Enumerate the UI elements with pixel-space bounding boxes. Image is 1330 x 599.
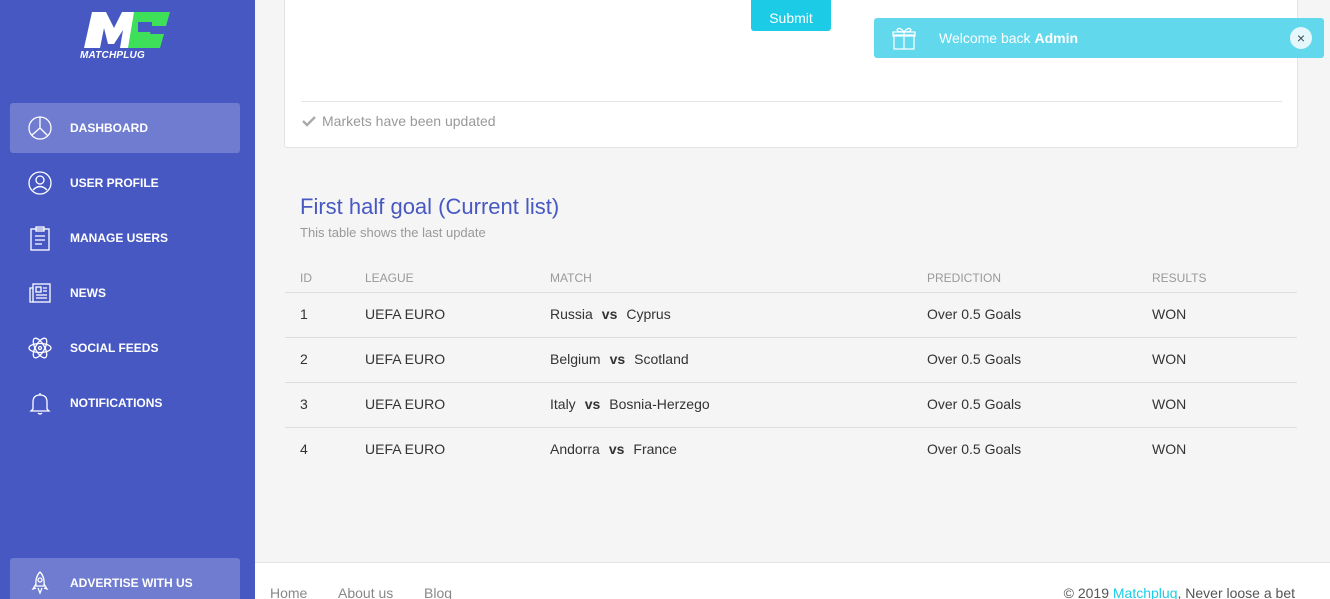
cell-id: 2 <box>300 351 308 367</box>
user-icon <box>25 168 55 198</box>
cell-result: WON <box>1152 351 1187 367</box>
cell-id: 1 <box>300 306 308 322</box>
sidebar-item-manage-users[interactable]: MANAGE USERS <box>10 213 240 263</box>
table-row: 2 UEFA EURO Belgium vs Scotland Over 0.5 G… <box>285 337 1297 382</box>
table-row: 3 UEFA EURO Italy vs Bosnia-Herzego Over 0… <box>285 382 1297 427</box>
cell-match: Andorra vs France <box>550 441 677 457</box>
sidebar-item-notifications[interactable]: NOTIFICATIONS <box>10 378 240 428</box>
sidebar-item-label: USER PROFILE <box>70 176 159 190</box>
sidebar-item-label: NOTIFICATIONS <box>70 396 163 410</box>
welcome-notification: Welcome back Admin × <box>874 18 1324 58</box>
sidebar-item-label: SOCIAL FEEDS <box>70 341 159 355</box>
atom-icon <box>25 333 55 363</box>
cell-match: Russia vs Cyprus <box>550 306 671 322</box>
cell-league: UEFA EURO <box>365 351 446 367</box>
cell-match: Italy vs Bosnia-Herzego <box>550 396 710 412</box>
cell-prediction: Over 0.5 Goals <box>927 396 1022 412</box>
cell-prediction: Over 0.5 Goals <box>927 441 1022 457</box>
cell-league: UEFA EURO <box>365 306 446 322</box>
close-icon[interactable]: × <box>1290 27 1312 49</box>
gift-icon <box>891 25 917 51</box>
copyright: © 2019 Matchplug, Never loose a bet <box>1063 585 1295 599</box>
column-header-results: RESULTS <box>1152 271 1207 285</box>
cell-match: Belgium vs Scotland <box>550 351 689 367</box>
table-subtitle: This table shows the last update <box>300 225 486 240</box>
bell-icon <box>25 388 55 418</box>
sidebar-item-social-feeds[interactable]: SOCIAL FEEDS <box>10 323 240 373</box>
cell-league: UEFA EURO <box>365 396 446 412</box>
cell-league: UEFA EURO <box>365 441 446 457</box>
status-text: Markets have been updated <box>322 113 496 129</box>
cell-result: WON <box>1152 441 1187 457</box>
rocket-icon <box>25 568 55 598</box>
table-row: 4 UEFA EURO Andorra vs France Over 0.5 Goa… <box>285 427 1297 472</box>
table-row: 1 UEFA EURO Russia vs Cyprus Over 0.5 Goal… <box>285 292 1297 337</box>
card-divider <box>301 101 1282 102</box>
status-message: Markets have been updated <box>302 113 496 129</box>
check-icon <box>302 116 316 127</box>
copyright-brand-link[interactable]: Matchplug <box>1113 585 1178 599</box>
cell-result: WON <box>1152 396 1187 412</box>
cell-prediction: Over 0.5 Goals <box>927 306 1022 322</box>
welcome-text: Welcome back Admin <box>939 30 1079 46</box>
column-header-id: ID <box>300 271 312 285</box>
newspaper-icon <box>25 278 55 308</box>
table-title: First half goal (Current list) <box>300 194 560 219</box>
column-header-league: LEAGUE <box>365 271 414 285</box>
footer-link-about[interactable]: About us <box>338 585 393 599</box>
column-header-match: MATCH <box>550 271 592 285</box>
clipboard-icon <box>25 223 55 253</box>
pie-chart-icon <box>25 113 55 143</box>
cell-prediction: Over 0.5 Goals <box>927 351 1022 367</box>
cell-id: 3 <box>300 396 308 412</box>
sidebar-item-dashboard[interactable]: DASHBOARD <box>10 103 240 153</box>
admin-username: Admin <box>1034 30 1079 46</box>
sidebar-item-news[interactable]: NEWS <box>10 268 240 318</box>
cell-id: 4 <box>300 441 308 457</box>
column-header-prediction: PREDICTION <box>927 271 1002 285</box>
brand-name: MATCHPLUG <box>80 50 145 61</box>
footer-link-blog[interactable]: Blog <box>424 585 452 599</box>
footer-link-home[interactable]: Home <box>270 585 307 599</box>
sidebar-item-label: NEWS <box>70 286 106 300</box>
sidebar: MATCHPLUG DASHBOARD USER PROFILE MANAGE … <box>0 0 255 599</box>
submit-button[interactable]: Submit <box>751 0 831 31</box>
footer: Home About us Blog © 2019 Matchplug, Nev… <box>255 562 1330 599</box>
sidebar-item-user-profile[interactable]: USER PROFILE <box>10 158 240 208</box>
sidebar-item-label: ADVERTISE WITH US <box>70 576 193 590</box>
sidebar-item-label: MANAGE USERS <box>70 231 169 245</box>
sidebar-item-label: DASHBOARD <box>70 121 148 135</box>
sidebar-item-advertise[interactable]: ADVERTISE WITH US <box>10 558 240 599</box>
cell-result: WON <box>1152 306 1187 322</box>
